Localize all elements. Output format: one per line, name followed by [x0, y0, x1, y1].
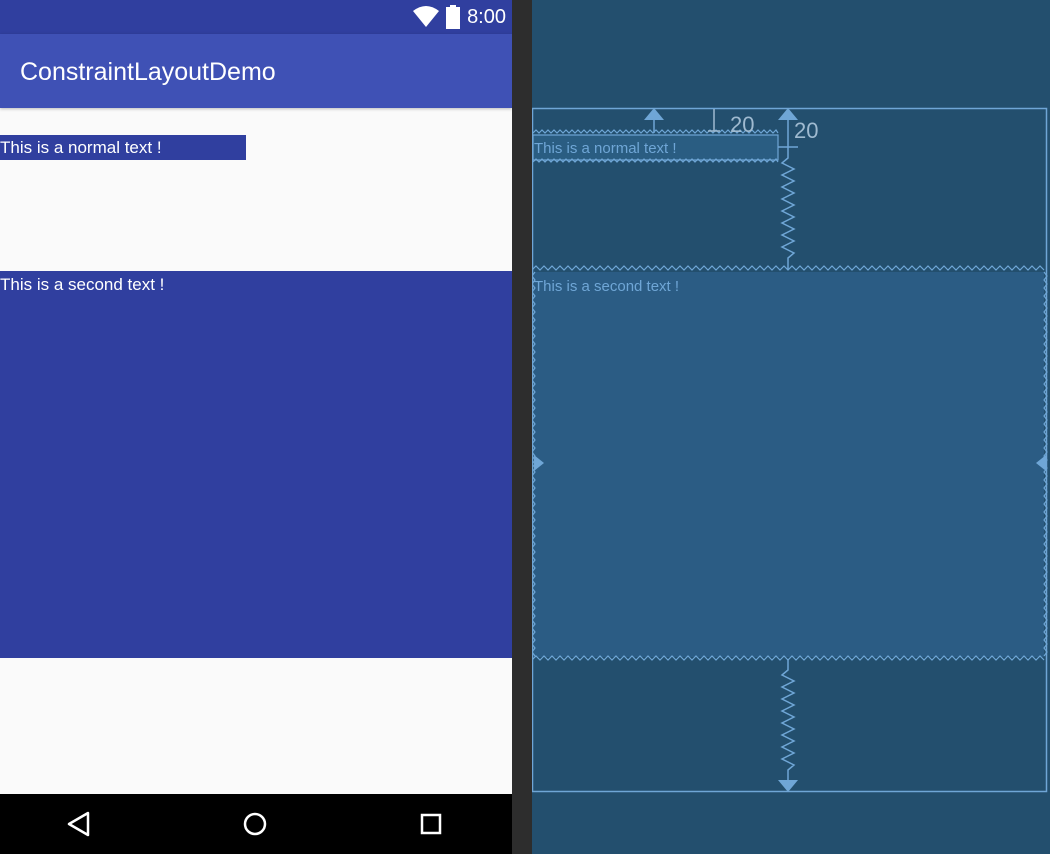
panel-divider: [512, 0, 532, 854]
vertical-spring-bottom: [780, 660, 796, 780]
design-preview: 8:00 ConstraintLayoutDemo This is a norm…: [0, 0, 512, 854]
normal-textview[interactable]: This is a normal text !: [0, 135, 246, 160]
app-bar: ConstraintLayoutDemo: [0, 34, 512, 108]
recents-icon[interactable]: [416, 809, 446, 839]
status-bar: 8:00: [0, 0, 512, 34]
bottom-anchor-arrow: [778, 780, 798, 792]
back-icon[interactable]: [64, 809, 94, 839]
status-icons: 8:00: [413, 4, 506, 30]
margin-top-dimension: 20: [794, 118, 819, 143]
app-title: ConstraintLayoutDemo: [20, 58, 276, 86]
status-time: 8:00: [467, 5, 506, 28]
wifi-icon: [413, 6, 440, 27]
vertical-spring-top: [780, 147, 796, 270]
battery-icon: [446, 5, 461, 29]
home-icon[interactable]: [240, 809, 270, 839]
second-text-bounds: [534, 272, 1044, 657]
blueprint-normal-text-label: This is a normal text !: [534, 140, 677, 157]
blueprint-second-text-label: This is a second text !: [534, 278, 680, 295]
second-textview[interactable]: This is a second text !: [0, 271, 512, 658]
blueprint-view: This is a normal text ! This is a second…: [532, 0, 1050, 854]
top-anchor-arrow: [644, 108, 664, 120]
navigation-bar: [0, 794, 512, 854]
blueprint-canvas: [532, 107, 1048, 793]
margin-left-dimension: 20: [730, 112, 755, 137]
